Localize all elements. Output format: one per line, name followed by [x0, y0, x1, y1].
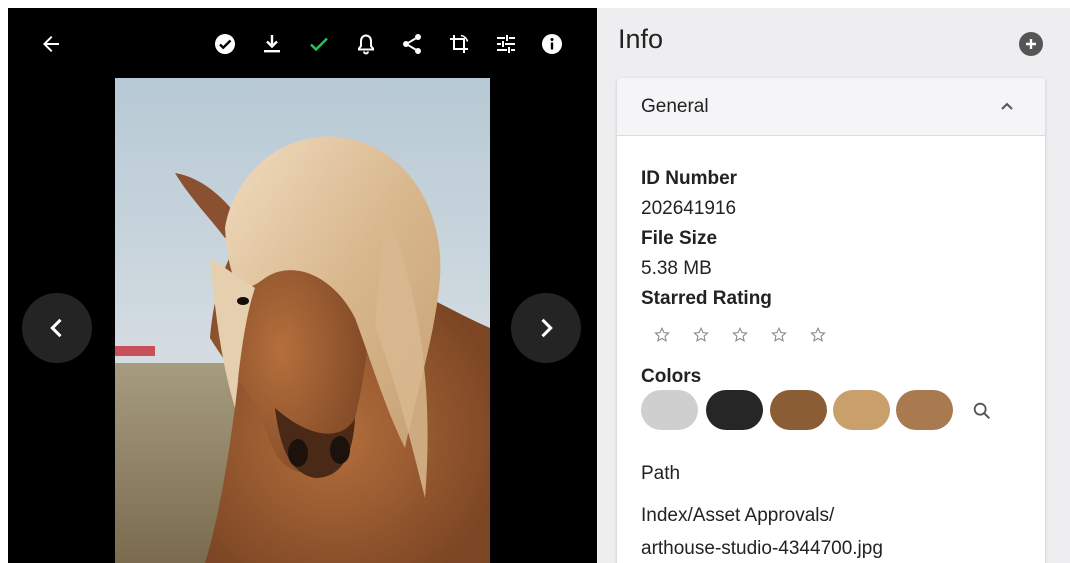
star-icon[interactable] [770, 326, 788, 344]
file-size-value: 5.38 MB [641, 258, 712, 279]
path-label: Path [641, 463, 681, 484]
colors-label: Colors [641, 366, 702, 387]
color-swatch[interactable] [706, 390, 763, 430]
star-icon[interactable] [809, 326, 827, 344]
horse-photo [115, 78, 490, 563]
crop-rotate-icon [450, 34, 469, 53]
chevron-up-icon[interactable] [995, 95, 1019, 119]
approve-circle-icon [215, 34, 235, 54]
info-title: Info [618, 24, 664, 54]
path-folder-link[interactable]: Asset Approvals [693, 505, 829, 526]
adjust-button[interactable] [492, 30, 520, 58]
share-button[interactable] [398, 30, 426, 58]
star-icon[interactable] [731, 326, 749, 344]
chevron-left-icon [50, 318, 62, 338]
id-number-value: 202641916 [641, 198, 737, 219]
info-panel: Info General ID Number 202641916 File Si… [597, 8, 1070, 563]
next-image-button[interactable] [511, 293, 581, 363]
share-icon [403, 34, 421, 54]
section-title: General [641, 96, 709, 117]
color-swatch[interactable] [641, 390, 698, 430]
bell-icon [358, 34, 374, 55]
check-icon [310, 37, 328, 52]
check-button[interactable] [305, 30, 333, 58]
color-swatch[interactable] [896, 390, 953, 430]
approve-button[interactable] [211, 30, 239, 58]
general-card: General ID Number 202641916 File Size 5.… [617, 78, 1045, 563]
info-button[interactable] [538, 30, 566, 58]
path-filename: arthouse-studio-4344700.jpg [641, 538, 883, 559]
info-icon [542, 34, 562, 54]
crop-rotate-button[interactable] [445, 30, 473, 58]
back-arrow-icon [43, 36, 59, 52]
color-swatch[interactable] [770, 390, 827, 430]
search-icon[interactable] [971, 400, 993, 422]
starred-rating-label: Starred Rating [641, 288, 772, 309]
app-window: Info General ID Number 202641916 File Si… [8, 8, 1070, 563]
path-breadcrumb: Index/Asset Approvals/ [641, 505, 834, 527]
download-icon [264, 35, 280, 53]
add-button[interactable] [1019, 32, 1043, 56]
path-separator: / [829, 505, 835, 526]
back-button[interactable] [37, 30, 65, 58]
plus-icon [1026, 39, 1036, 49]
adjust-sliders-icon [497, 35, 515, 53]
path-index-link[interactable]: Index [641, 505, 687, 526]
image-viewer [8, 8, 597, 563]
chevron-right-icon [541, 318, 553, 338]
file-size-label: File Size [641, 228, 718, 249]
download-button[interactable] [258, 30, 286, 58]
general-section-header[interactable]: General [617, 78, 1045, 136]
color-swatch[interactable] [833, 390, 890, 430]
star-icon[interactable] [653, 326, 671, 344]
id-number-label: ID Number [641, 168, 738, 189]
previous-image-button[interactable] [22, 293, 92, 363]
star-icon[interactable] [692, 326, 710, 344]
notifications-button[interactable] [352, 30, 380, 58]
